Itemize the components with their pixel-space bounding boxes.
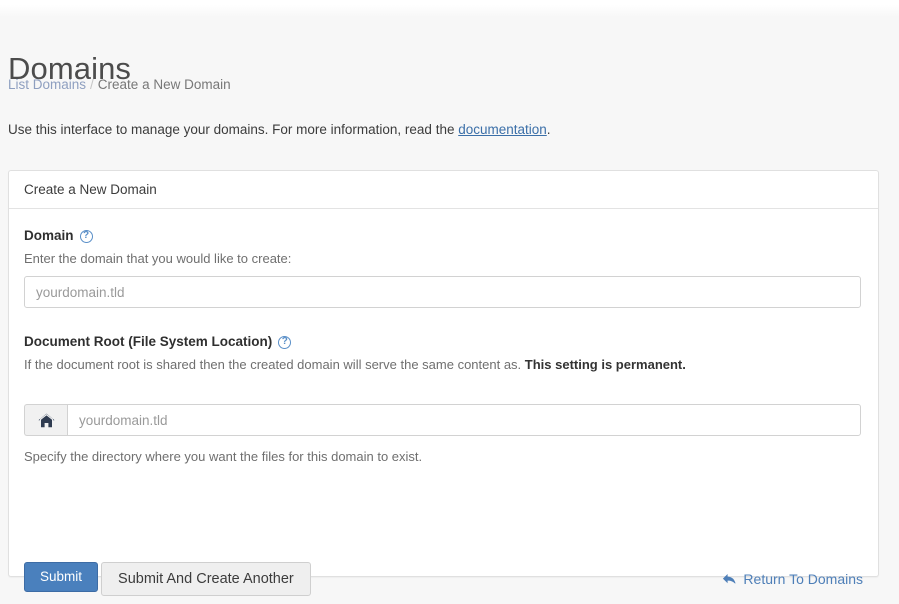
domain-label: Domain ? [24, 227, 863, 245]
create-domain-panel: Create a New Domain Domain ? Enter the d… [8, 170, 879, 596]
page-top-shade [0, 5, 899, 17]
domain-input[interactable] [24, 276, 861, 308]
panel-action-row: Submit Submit And Create Another Return … [24, 562, 863, 596]
back-arrow-icon [723, 574, 736, 584]
docroot-description-normal: If the document root is shared then the … [24, 357, 525, 372]
breadcrumb-current: Create a New Domain [97, 77, 231, 92]
return-to-domains-label: Return To Domains [743, 571, 863, 587]
domain-form-group: Domain ? Enter the domain that you would… [24, 227, 863, 308]
docroot-description: If the document root is shared then the … [24, 356, 863, 374]
panel-action-buttons: Submit Submit And Create Another [24, 562, 311, 596]
question-circle-icon[interactable]: ? [79, 229, 93, 243]
intro-text-before: Use this interface to manage your domain… [8, 122, 459, 137]
question-circle-icon[interactable]: ? [278, 335, 292, 349]
submit-button[interactable]: Submit [24, 562, 99, 592]
docroot-form-group: Document Root (File System Location) ? I… [24, 333, 863, 466]
panel-title: Create a New Domain [24, 181, 157, 197]
docroot-label: Document Root (File System Location) ? [24, 333, 863, 351]
docroot-description-strong: This setting is permanent. [524, 357, 686, 372]
docroot-addon [24, 404, 67, 436]
breadcrumb: List Domains / Create a New Domain [8, 76, 231, 94]
return-to-domains-link[interactable]: Return To Domains [722, 570, 863, 588]
question-mark-glyph: ? [82, 229, 90, 241]
breadcrumb-link-list-domains[interactable]: List Domains [8, 77, 86, 92]
panel-body: Domain ? Enter the domain that you would… [9, 209, 878, 596]
docroot-label-text: Document Root (File System Location) [24, 334, 273, 349]
documentation-link[interactable]: documentation [458, 122, 547, 137]
intro-text-after: . [546, 122, 551, 137]
home-icon [37, 413, 55, 427]
question-mark-glyph: ? [281, 335, 288, 347]
page-content: Domains List Domains / Create a New Domain… [0, 17, 899, 604]
intro-text: Use this interface to manage your domain… [8, 121, 551, 139]
submit-and-create-another-button[interactable]: Submit And Create Another [101, 562, 311, 596]
docroot-input[interactable] [67, 404, 861, 436]
domain-description: Enter the domain that you would like to … [24, 251, 292, 266]
panel-heading: Create a New Domain [9, 171, 878, 209]
docroot-input-group [24, 404, 861, 436]
domain-label-text: Domain [24, 228, 74, 243]
breadcrumb-separator: / [90, 77, 94, 92]
docroot-helper-text: Specify the directory where you want the… [24, 449, 423, 464]
